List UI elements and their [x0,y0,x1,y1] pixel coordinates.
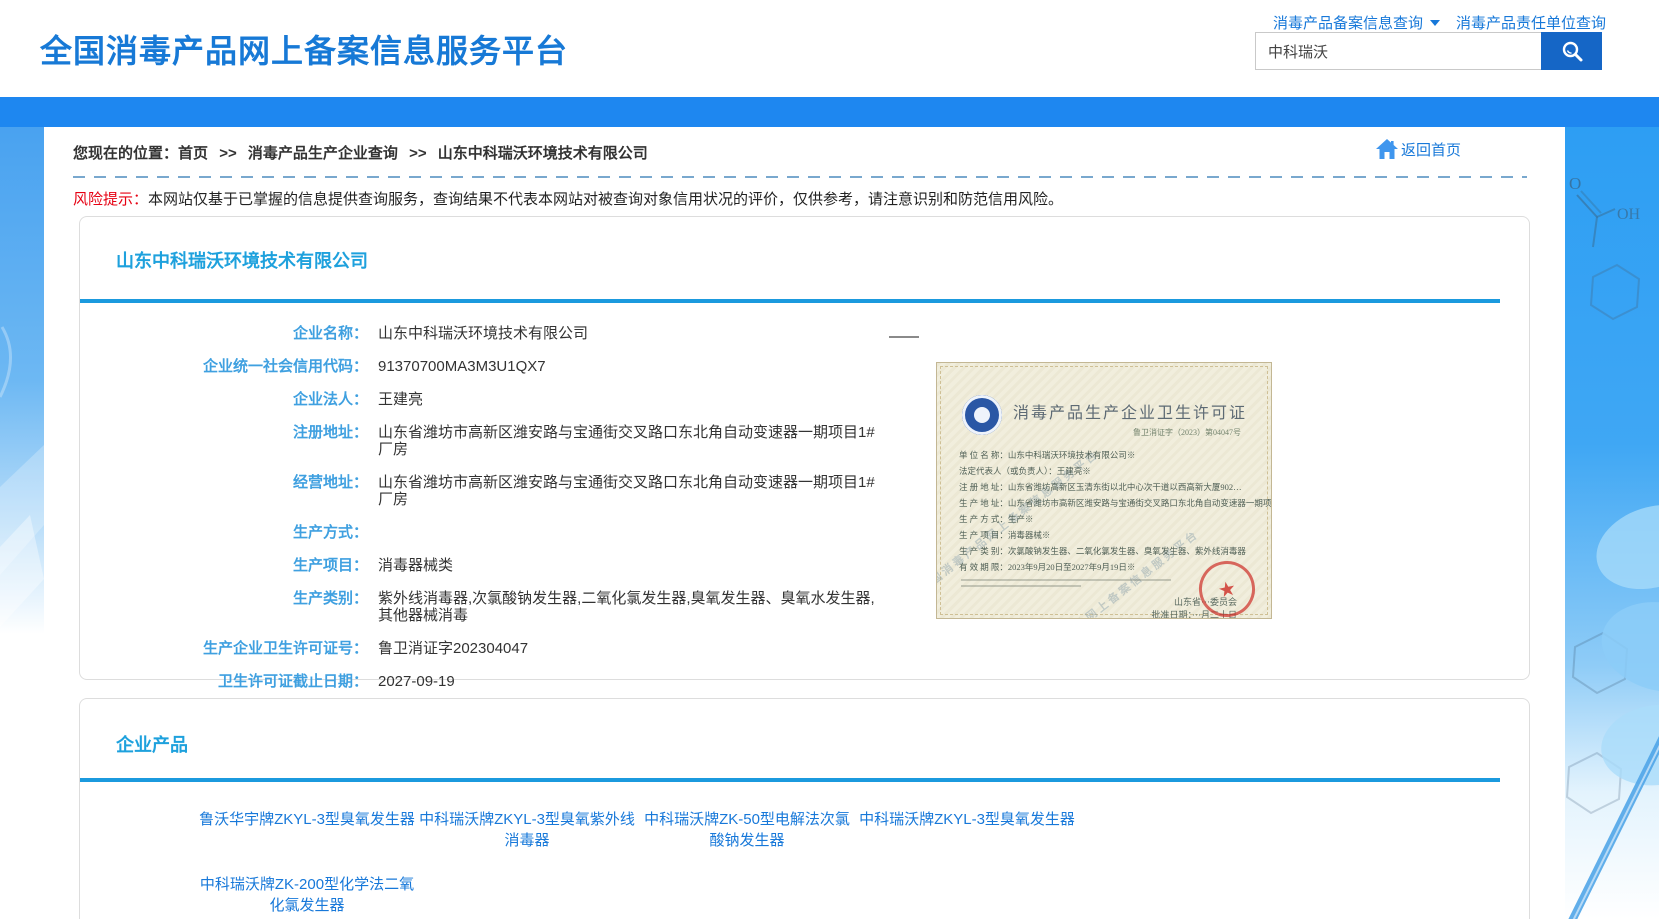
risk-notice-label: 风险提示： [73,191,148,208]
company-fields: 企业名称： 山东中科瑞沃环境技术有限公司 企业统一社会信用代码： 9137070… [80,317,1529,698]
certificate-line: 生 产 类 别：次氯酸钠发生器、二氧化氯发生器、臭氧发生器、紫外线消毒器 [959,543,1263,559]
certificate-line: 注 册 地 址：山东省潍坊高新区玉清东街以北中心次干道以西高新大厦902… [959,479,1263,495]
dashed-divider [73,176,1527,178]
top-nav: 消毒产品备案信息查询 消毒产品责任单位查询 [1273,12,1606,33]
product-link[interactable]: 中科瑞沃牌ZK-50型电解法次氯酸钠发生器 [637,809,857,851]
field-row-license-expiry: 卫生许可证截止日期： 2027-09-19 [80,665,1529,698]
field-row-registered-address: 注册地址： 山东省潍坊市高新区潍安路与宝通街交叉路口东北角自动变速器一期项目1#… [80,416,1529,466]
field-row-production-category: 生产类别： 紫外线消毒器,次氯酸钠发生器,二氧化氯发生器,臭氧发生器、臭氧水发生… [80,582,1529,632]
nav-link-record-info-query[interactable]: 消毒产品备案信息查询 [1273,12,1440,33]
products-grid: 鲁沃华宇牌ZKYL-3型臭氧发生器 中科瑞沃牌ZKYL-3型臭氧紫外线消毒器 中… [197,809,1077,916]
nav-link-responsible-unit-query[interactable]: 消毒产品责任单位查询 [1456,12,1606,33]
field-value: 消毒器械类 [378,557,453,574]
field-label: 生产企业卫生许可证号： [80,640,368,657]
field-label: 经营地址： [80,474,368,508]
svg-text:OH: OH [1617,206,1641,223]
back-home-label: 返回首页 [1401,139,1461,160]
field-value: 王建亮 [378,391,423,408]
certificate-image: 全国消毒产品网上备案信息服务平台 全国消毒产品网上备案信息服务平台 消毒产品生产… [936,362,1272,619]
certificate-lines: 单 位 名 称：山东中科瑞沃环境技术有限公司※ 法定代表人（或负责人）：王建亮※… [959,447,1263,575]
certificate-line: 生 产 项 目：消毒器械※ [959,527,1263,543]
product-link[interactable]: 中科瑞沃牌ZK-200型化学法二氧化氯发生器 [197,874,417,916]
breadcrumb-separator: >> [409,145,427,162]
field-label: 企业统一社会信用代码： [80,358,368,375]
certificate-emblem-icon [962,395,1002,435]
page: O OH 全国消毒产品网上备案信息服务平台 消毒产品备案信息查询 消毒产品责任单… [0,0,1659,919]
company-title: 山东中科瑞沃环境技术有限公司 [116,247,368,273]
breadcrumb: 您现在的位置：首页 >> 消毒产品生产企业查询 >> 山东中科瑞沃环境技术有限公… [73,142,648,163]
top-blue-band [0,97,1659,127]
chevron-down-icon [1430,20,1440,26]
field-label: 生产项目： [80,557,368,574]
product-link[interactable]: 鲁沃华宇牌ZKYL-3型臭氧发生器 [197,809,417,851]
breadcrumb-current: 山东中科瑞沃环境技术有限公司 [438,145,648,162]
field-value: 91370700MA3M3U1QX7 [378,358,546,375]
product-link[interactable]: 中科瑞沃牌ZKYL-3型臭氧紫外线消毒器 [417,809,637,851]
risk-notice-text: 本网站仅基于已掌握的信息提供查询服务，查询结果不代表本网站对被查询对象信用状况的… [148,191,1063,208]
certificate-line: 生 产 地 址：山东省潍坊市高新区潍安路与宝通街交叉路口东北角自动变速器一期项目… [959,495,1263,511]
svg-text:O: O [1569,174,1581,193]
breadcrumb-prefix: 您现在的位置： [73,145,178,162]
field-value: 山东省潍坊市高新区潍安路与宝通街交叉路口东北角自动变速器一期项目1#厂房 [378,474,883,508]
field-value: 山东中科瑞沃环境技术有限公司 [378,325,588,342]
company-info-card: 山东中科瑞沃环境技术有限公司 企业名称： 山东中科瑞沃环境技术有限公司 企业统一… [79,216,1530,680]
back-home-link[interactable]: 返回首页 [1375,138,1461,160]
seal-star-icon: ★ [1216,575,1239,603]
background-left-decoration [0,127,44,919]
company-card-divider [80,299,1500,303]
field-label: 企业名称： [80,325,368,342]
certificate-line: 单 位 名 称：山东中科瑞沃环境技术有限公司※ [959,447,1263,463]
field-row-business-address: 经营地址： 山东省潍坊市高新区潍安路与宝通街交叉路口东北角自动变速器一期项目1#… [80,466,1529,516]
nav-link-responsible-unit-query-label: 消毒产品责任单位查询 [1456,12,1606,33]
home-icon [1375,138,1399,160]
background-right-decoration: O OH [1565,127,1659,919]
site-title: 全国消毒产品网上备案信息服务平台 [40,26,568,72]
field-label: 企业法人： [80,391,368,408]
certificate-fine-print [961,579,1171,581]
breadcrumb-home[interactable]: 首页 [178,145,208,162]
field-row-production-method: 生产方式： [80,516,1529,549]
field-row-legal-person: 企业法人： 王建亮 [80,383,1529,416]
field-row-production-project: 生产项目： 消毒器械类 [80,549,1529,582]
breadcrumb-enterprise-query[interactable]: 消毒产品生产企业查询 [248,145,398,162]
nav-link-record-info-query-label: 消毒产品备案信息查询 [1273,12,1423,33]
field-value: 山东省潍坊市高新区潍安路与宝通街交叉路口东北角自动变速器一期项目1#厂房 [378,424,883,458]
certificate-line: 法定代表人（或负责人）：王建亮※ [959,463,1263,479]
products-title: 企业产品 [116,731,188,757]
search-input[interactable] [1255,32,1541,70]
field-label: 生产类别： [80,590,368,624]
field-label: 注册地址： [80,424,368,458]
breadcrumb-separator: >> [219,145,237,162]
field-value: 鲁卫消证字202304047 [378,640,528,657]
search-icon [1560,39,1584,63]
risk-notice: 风险提示：本网站仅基于已掌握的信息提供查询服务，查询结果不代表本网站对被查询对象… [73,190,1063,210]
image-artifact-dash [889,336,919,338]
certificate-number: 鲁卫消证字（2023）第04047号 [1133,427,1241,438]
search-button[interactable] [1541,32,1602,70]
field-label: 卫生许可证截止日期： [80,673,368,690]
certificate-title: 消毒产品生产企业卫生许可证 [1013,399,1247,423]
products-card-divider [80,778,1500,782]
chemistry-illustration: O OH [1565,127,1659,919]
field-row-credit-code: 企业统一社会信用代码： 91370700MA3M3U1QX7 [80,350,1529,383]
products-card: 企业产品 鲁沃华宇牌ZKYL-3型臭氧发生器 中科瑞沃牌ZKYL-3型臭氧紫外线… [79,698,1530,919]
certificate-fine-print [961,585,1081,587]
field-label: 生产方式： [80,524,368,541]
field-row-license-number: 生产企业卫生许可证号： 鲁卫消证字202304047 [80,632,1529,665]
search-bar [1255,32,1602,70]
field-value: 2027-09-19 [378,673,455,690]
field-row-company-name: 企业名称： 山东中科瑞沃环境技术有限公司 [80,317,1529,350]
product-link[interactable]: 中科瑞沃牌ZKYL-3型臭氧发生器 [857,809,1077,851]
content-panel: 您现在的位置：首页 >> 消毒产品生产企业查询 >> 山东中科瑞沃环境技术有限公… [44,127,1565,919]
field-value: 紫外线消毒器,次氯酸钠发生器,二氧化氯发生器,臭氧发生器、臭氧水发生器,其他器械… [378,590,883,624]
background-left-shapes [0,127,44,919]
certificate-line: 生 产 方 式：生产※ [959,511,1263,527]
